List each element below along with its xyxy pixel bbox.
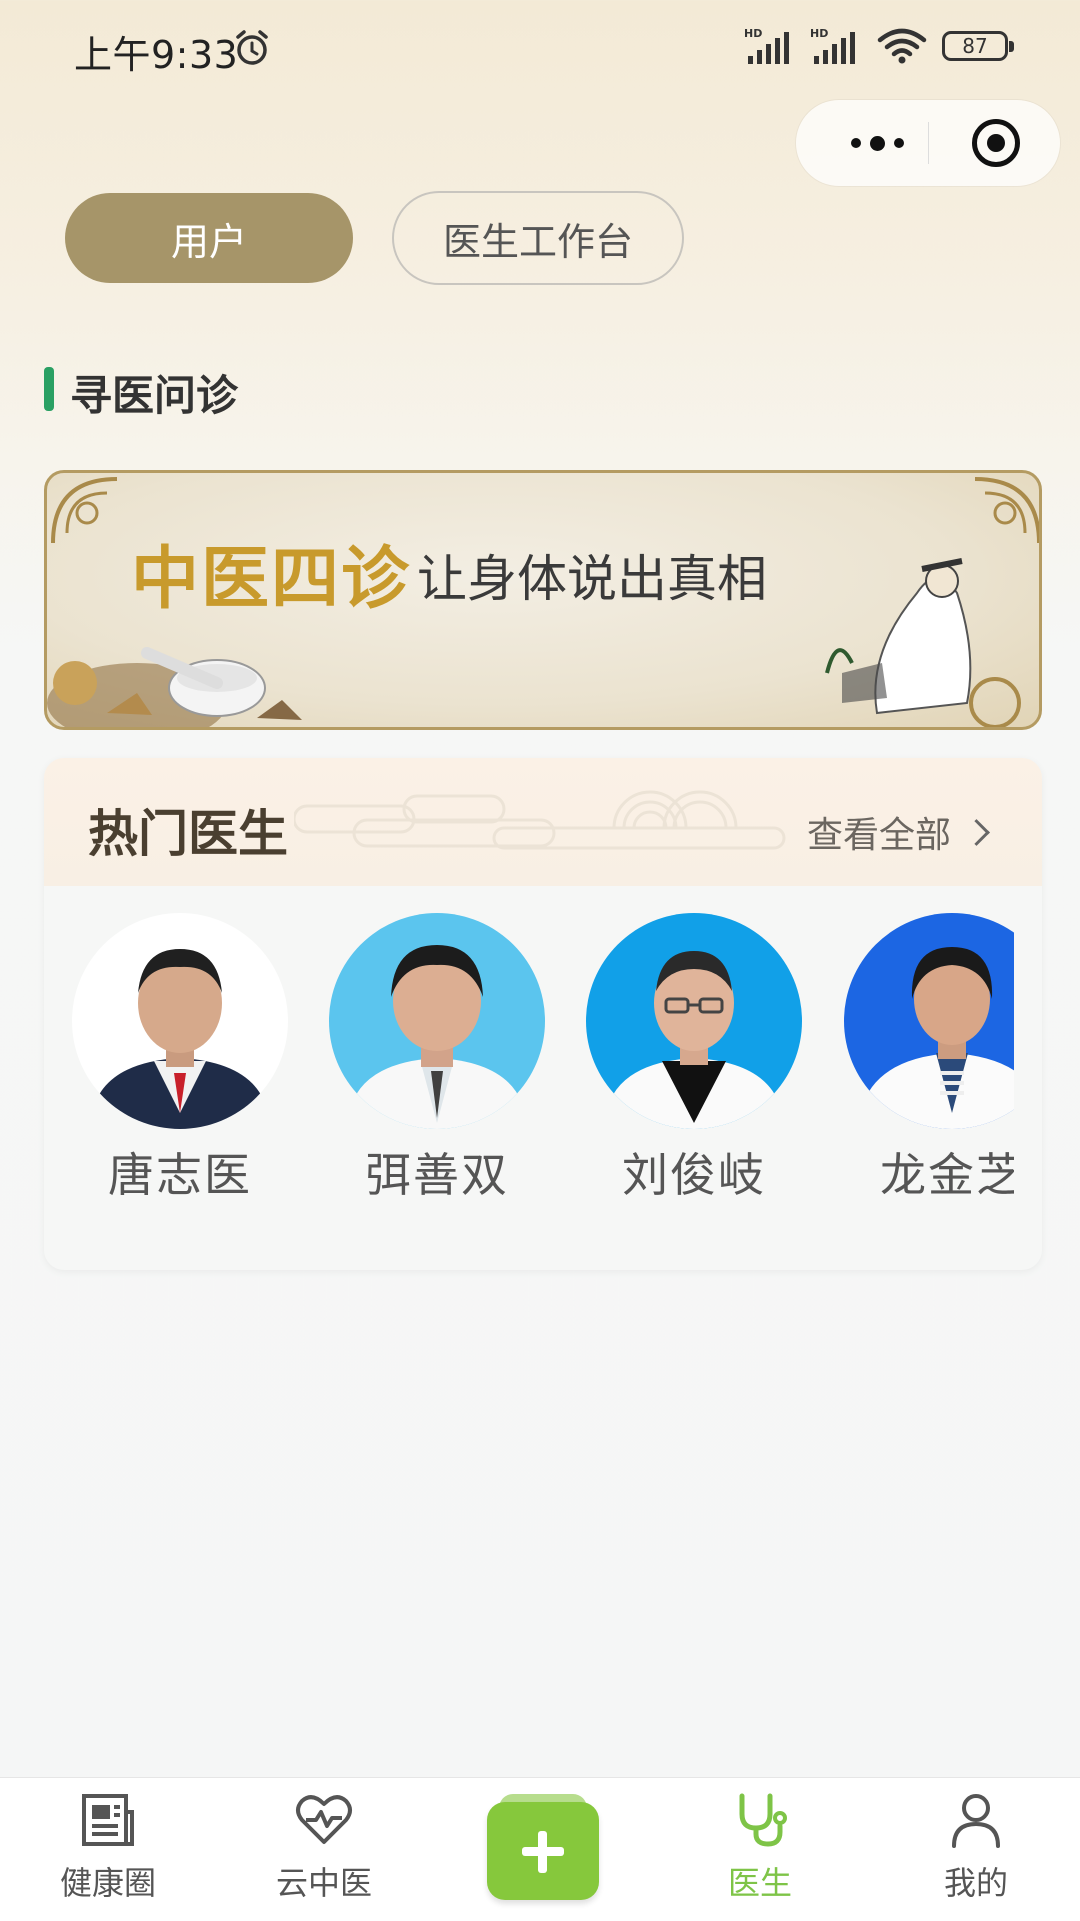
status-time: 上午9:33 xyxy=(74,33,239,77)
bottom-tab-bar: 健康圈 云中医 医生 我的 xyxy=(0,1777,1080,1921)
cloud-pattern-decoration xyxy=(294,790,786,850)
tab-label: 健康圈 xyxy=(59,1864,156,1902)
section-accent-bar xyxy=(44,367,54,411)
banner-subtitle: 让身体说出真相 xyxy=(417,550,767,608)
banner-title: 中医四诊 xyxy=(131,540,412,619)
wifi-icon xyxy=(877,28,927,64)
battery-level: 87 xyxy=(962,34,988,58)
view-all-link[interactable]: 查看全部 xyxy=(806,806,990,858)
doctor-portrait xyxy=(858,947,1014,1129)
tab-user[interactable]: 用户 xyxy=(65,193,353,283)
alarm-icon xyxy=(236,30,268,65)
doctor-name: 龙金芝 xyxy=(880,1148,1014,1202)
chevron-right-icon xyxy=(963,818,990,846)
doctor-portrait xyxy=(347,945,527,1129)
tab-label: 我的 xyxy=(943,1864,1008,1902)
doctor-name: 刘俊岐 xyxy=(622,1148,766,1202)
doctor-avatar xyxy=(72,913,288,1129)
doctor-avatar xyxy=(844,913,1014,1129)
battery-indicator: 87 xyxy=(942,31,1014,61)
view-all-label: 查看全部 xyxy=(806,815,951,856)
svg-text:HD: HD xyxy=(744,27,762,40)
svg-text:HD: HD xyxy=(810,27,828,40)
add-button[interactable] xyxy=(487,1794,599,1900)
doctor-portrait xyxy=(90,949,270,1129)
doctor-name: 弭善双 xyxy=(365,1148,509,1202)
signal-icon: HD xyxy=(744,27,789,64)
hot-doctors-card: 热门医生 查看全部 唐志医 弭善双 刘俊岐 龙金芝 xyxy=(44,758,1042,1270)
plus-icon xyxy=(487,1802,599,1900)
tab-doctor[interactable]: 医生 xyxy=(652,1778,868,1921)
tab-label: 云中医 xyxy=(275,1864,372,1902)
status-bar: 上午9:33 HD HD 87 xyxy=(0,0,1080,96)
section-title: 寻医问诊 xyxy=(70,371,239,420)
newspaper-icon xyxy=(82,1794,134,1846)
doctor-avatar xyxy=(586,913,802,1129)
tab-cloud-tcm[interactable]: 云中医 xyxy=(216,1778,432,1921)
doctor-card[interactable]: 弭善双 xyxy=(329,913,545,1205)
capsule-divider xyxy=(928,122,929,164)
hot-doctors-header: 热门医生 查看全部 xyxy=(44,758,1042,886)
tab-health-circle[interactable]: 健康圈 xyxy=(0,1778,216,1921)
more-dot-icon xyxy=(850,138,861,148)
doctor-card[interactable]: 唐志医 xyxy=(72,913,288,1205)
more-dot-icon xyxy=(869,135,885,151)
doctor-card[interactable]: 刘俊岐 xyxy=(586,913,802,1205)
close-target-icon[interactable] xyxy=(972,119,1020,167)
doctor-avatar xyxy=(329,913,545,1129)
more-dot-icon xyxy=(893,138,904,148)
user-icon xyxy=(952,1794,1000,1848)
status-icons: HD HD 87 xyxy=(744,26,1014,66)
tab-label: 医生 xyxy=(727,1864,792,1902)
stethoscope-icon xyxy=(739,1793,787,1847)
miniprogram-capsule xyxy=(796,100,1060,186)
doctor-list: 唐志医 弭善双 刘俊岐 龙金芝 xyxy=(44,913,1014,1213)
more-menu-button[interactable] xyxy=(832,100,922,186)
tab-mine[interactable]: 我的 xyxy=(868,1778,1080,1921)
doctor-name: 唐志医 xyxy=(108,1148,252,1202)
promo-banner[interactable]: 中医四诊 让身体说出真相 xyxy=(44,470,1042,730)
doctor-portrait xyxy=(604,951,784,1129)
hot-doctors-title: 热门医生 xyxy=(88,805,288,863)
doctor-card[interactable]: 龙金芝 xyxy=(844,913,1014,1205)
signal-icon-2: HD xyxy=(810,27,855,64)
heart-pulse-icon xyxy=(296,1795,352,1844)
tab-doctor-workbench[interactable]: 医生工作台 xyxy=(392,191,684,285)
